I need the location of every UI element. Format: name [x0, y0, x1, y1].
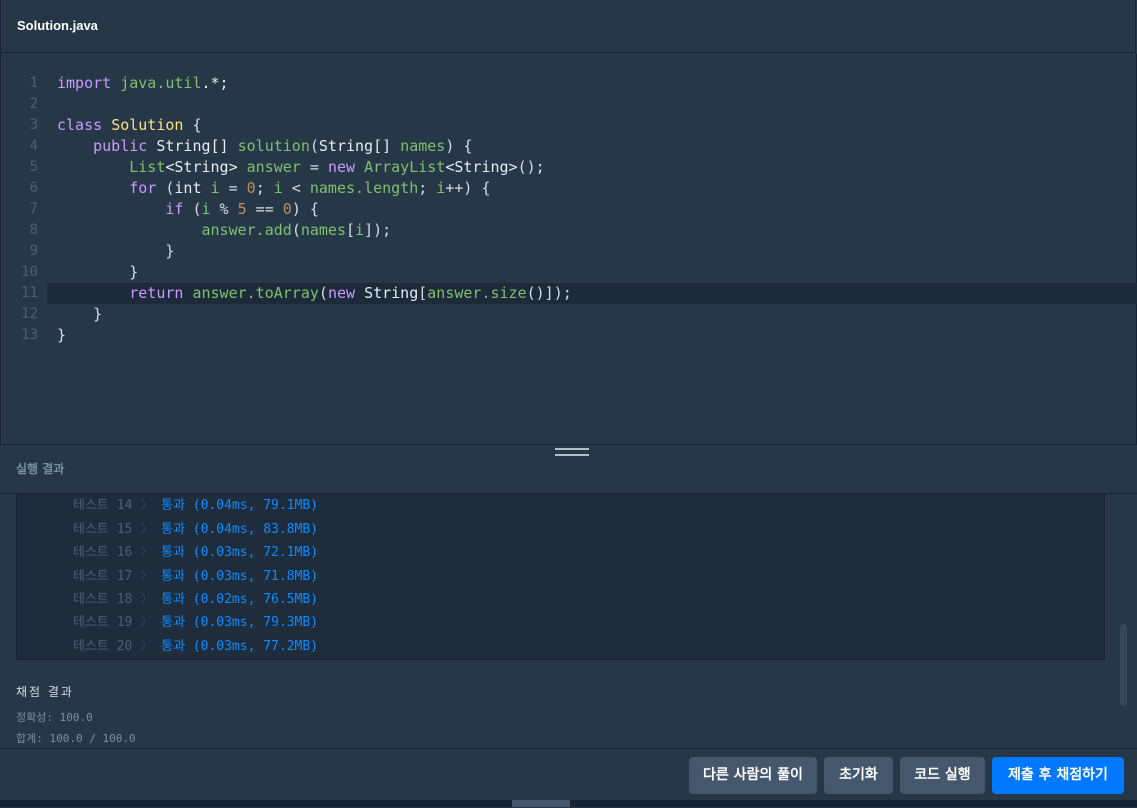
panel-splitter: [0, 444, 1137, 445]
code-line-11-active[interactable]: 11 return answer.toArray(new String[answ…: [21, 283, 1137, 304]
line-number: 7: [29, 201, 38, 217]
line-source: List<String> answer = new ArrayList<Stri…: [129, 158, 545, 176]
accuracy-score: 정확성: 100.0: [16, 711, 93, 724]
chevron-right-icon: 〉: [140, 639, 154, 654]
line-number: 12: [21, 306, 38, 322]
line-source: public String[] solution(String[] names)…: [93, 137, 473, 155]
code-editor[interactable]: 1 import java.util.*; 2 3 class Solution…: [0, 54, 1137, 444]
code-line-10[interactable]: 10 }: [1, 262, 1137, 283]
chevron-right-icon: 〉: [140, 569, 154, 584]
reset-button[interactable]: 초기화: [824, 757, 893, 794]
code-line-2[interactable]: 2: [1, 94, 1137, 115]
line-source: import java.util.*;: [57, 74, 229, 92]
line-source: for (int i = 0; i < names.length; i++) {: [129, 179, 491, 197]
line-source: answer.add(names[i]);: [201, 221, 392, 239]
test-row: 테스트 16 〉 통과 (0.03ms, 72.1MB): [73, 545, 319, 560]
line-source: }: [57, 326, 67, 344]
result-scrollbar[interactable]: [1120, 624, 1127, 706]
line-source: }: [57, 263, 139, 281]
line-number: 6: [29, 180, 38, 196]
code-line-8[interactable]: 8 answer.add(names[i]);: [1, 220, 1137, 241]
test-row: 테스트 18 〉 통과 (0.02ms, 76.5MB): [73, 592, 319, 607]
code-line-13[interactable]: 13 }: [1, 325, 1137, 346]
line-source: if (i % 5 == 0) {: [165, 200, 319, 218]
test-row: 테스트 14 〉 통과 (0.04ms, 79.1MB): [73, 498, 319, 513]
line-source: }: [57, 305, 103, 323]
total-score: 합계: 100.0 / 100.0: [16, 732, 136, 745]
chevron-right-icon: 〉: [140, 615, 154, 630]
line-source: }: [57, 242, 175, 260]
test-result-console[interactable]: 테스트 14 〉 통과 (0.04ms, 79.1MB) 테스트 15 〉 통과…: [16, 494, 1105, 660]
line-number: 10: [21, 264, 38, 280]
code-line-9[interactable]: 9 }: [1, 241, 1137, 262]
action-footer: 다른 사람의 풀이 초기화 코드 실행 제출 후 채점하기: [0, 748, 1137, 808]
line-number: 4: [29, 138, 38, 154]
chevron-right-icon: 〉: [140, 545, 154, 560]
run-code-button[interactable]: 코드 실행: [900, 757, 985, 794]
others-solutions-button[interactable]: 다른 사람의 풀이: [689, 757, 817, 794]
chevron-right-icon: 〉: [140, 522, 154, 537]
submit-button[interactable]: 제출 후 채점하기: [992, 757, 1124, 794]
code-line-1[interactable]: 1 import java.util.*;: [1, 73, 1137, 94]
code-lines[interactable]: 1 import java.util.*; 2 3 class Solution…: [1, 73, 1137, 346]
line-source: class Solution {: [57, 116, 202, 134]
line-number: 3: [29, 117, 38, 133]
resize-handle-icon[interactable]: [555, 448, 589, 456]
chevron-right-icon: 〉: [140, 498, 154, 513]
file-tab-title[interactable]: Solution.java: [17, 18, 98, 33]
code-line-6[interactable]: 6 for (int i = 0; i < names.length; i++)…: [1, 178, 1137, 199]
test-row: 테스트 15 〉 통과 (0.04ms, 83.8MB): [73, 522, 319, 537]
code-line-7[interactable]: 7 if (i % 5 == 0) {: [1, 199, 1137, 220]
line-number: 11: [21, 285, 38, 301]
result-panel-title: 실행 결과: [16, 462, 65, 476]
line-number: 9: [29, 243, 38, 259]
line-number: 8: [29, 222, 38, 238]
editor-header: Solution.java: [0, 0, 1136, 53]
test-row: 테스트 20 〉 통과 (0.03ms, 77.2MB): [73, 639, 319, 654]
code-line-5[interactable]: 5 List<String> answer = new ArrayList<St…: [1, 157, 1137, 178]
test-row: 테스트 17 〉 통과 (0.03ms, 71.8MB): [73, 569, 319, 584]
chevron-right-icon: 〉: [140, 592, 154, 607]
line-number: 2: [29, 96, 38, 112]
grading-result-title: 채점 결과: [16, 685, 74, 699]
line-number: 13: [21, 327, 38, 343]
line-number: 5: [29, 159, 38, 175]
line-number: 1: [29, 75, 38, 91]
test-row: 테스트 19 〉 통과 (0.03ms, 79.3MB): [73, 615, 319, 630]
code-line-3[interactable]: 3 class Solution {: [1, 115, 1137, 136]
code-line-12[interactable]: 12 }: [1, 304, 1137, 325]
horizontal-scroll-thumb[interactable]: [512, 800, 570, 807]
line-source: return answer.toArray(new String[answer.…: [129, 284, 572, 302]
code-line-4[interactable]: 4 public String[] solution(String[] name…: [1, 136, 1137, 157]
